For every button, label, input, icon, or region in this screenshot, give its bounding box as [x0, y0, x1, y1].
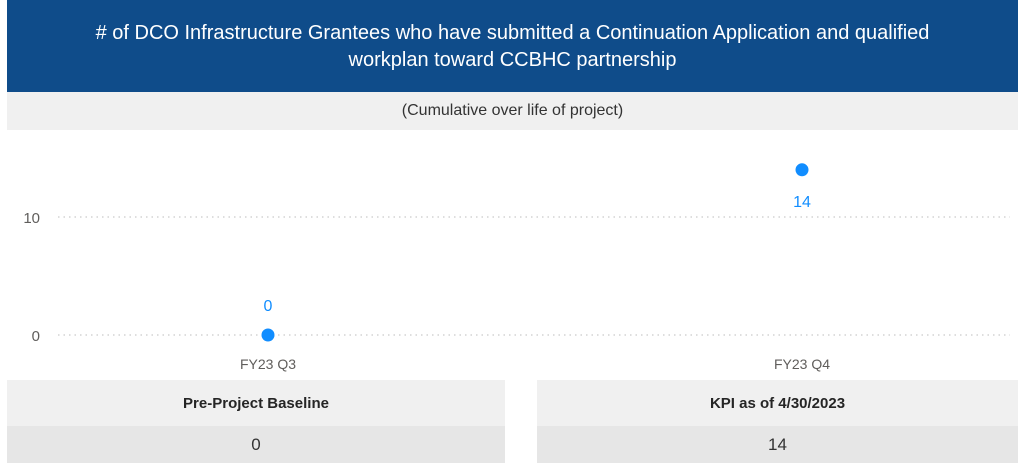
- data-label-0: 0: [264, 298, 273, 315]
- x-tick-label-1: FY23 Q4: [774, 356, 830, 372]
- chart-subtitle-band: (Cumulative over life of project): [7, 92, 1018, 130]
- scatter-chart: 0 10 FY23 Q3 FY23 Q4 0 14: [23, 163, 1010, 372]
- data-point-1: [795, 163, 809, 177]
- baseline-card: Pre-Project Baseline 0: [7, 380, 505, 463]
- chart-subtitle: (Cumulative over life of project): [401, 102, 624, 119]
- kpi-value: 14: [537, 426, 1018, 463]
- kpi-label: KPI as of 4/30/2023: [537, 380, 1018, 426]
- y-tick-label-0: 0: [32, 328, 40, 345]
- baseline-label: Pre-Project Baseline: [7, 380, 505, 426]
- kpi-card: KPI as of 4/30/2023 14: [537, 380, 1018, 463]
- chart-title-band: # of DCO Infrastructure Grantees who hav…: [7, 0, 1018, 92]
- baseline-value: 0: [7, 426, 505, 463]
- x-tick-label-0: FY23 Q3: [240, 356, 296, 372]
- y-tick-label-10: 10: [23, 210, 40, 227]
- data-point-0: [261, 328, 275, 342]
- chart-title: # of DCO Infrastructure Grantees who hav…: [95, 22, 930, 71]
- data-label-1: 14: [793, 194, 811, 211]
